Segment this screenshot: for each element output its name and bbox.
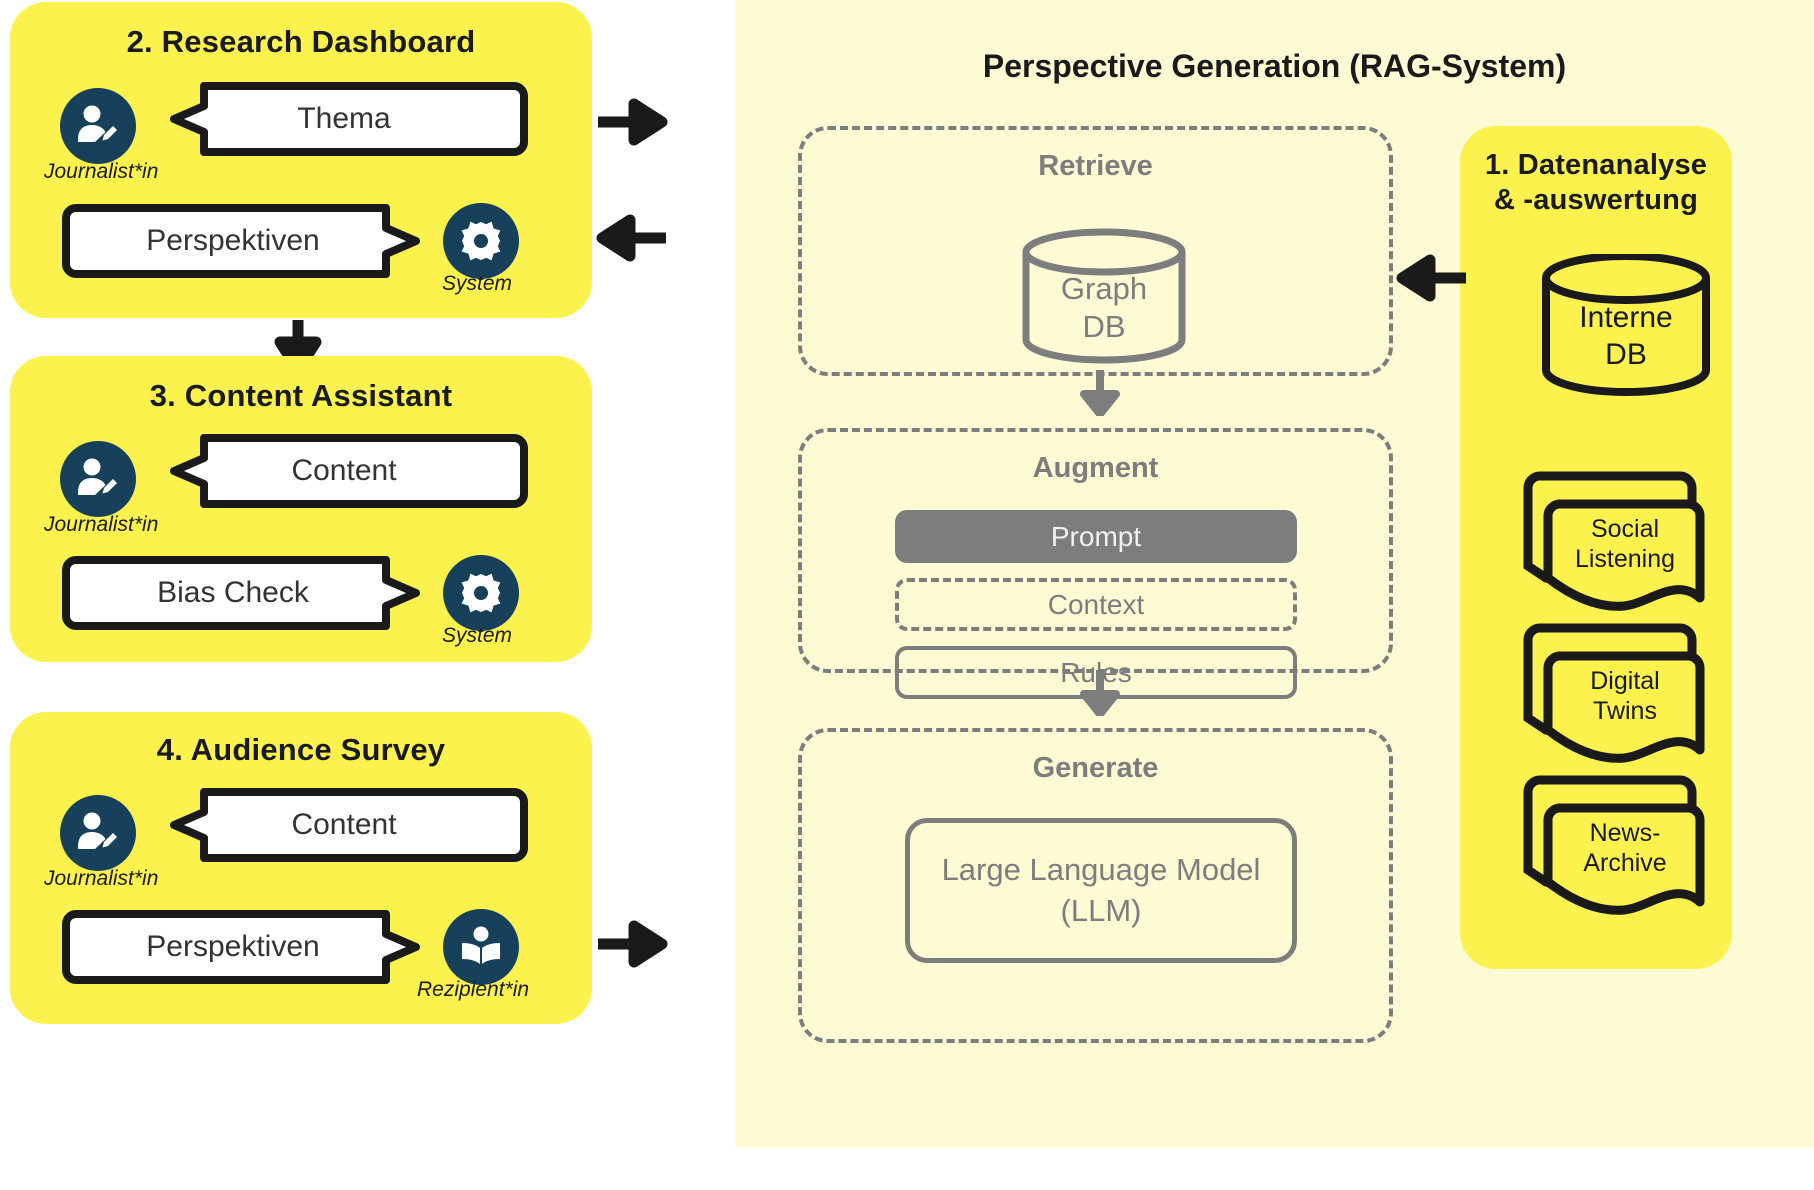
msgbox-perspektiven-2: Perspektiven [62,910,430,984]
research-dashboard-title: 2. Research Dashboard [126,24,476,59]
augment-prompt-label: Prompt [1050,520,1142,552]
datenanalyse-title: 1. Datenanalyse & -auswertung [1460,148,1732,219]
augment-title: Augment [1032,452,1159,484]
actor-rezipient [443,909,519,985]
arrow-dashboard-to-rag [596,98,668,151]
interne-db-label-line2: DB [1605,337,1647,371]
msgbox-thema: Thema [160,82,528,156]
msgbox-perspektiven-1: Perspektiven [62,204,430,278]
actor-label-journalist-3: Journalist*in [44,867,159,890]
person-writing-icon [78,458,117,495]
person-writing-icon [78,812,117,849]
retrieve-title: Retrieve [1038,150,1153,182]
datenanalyse-title-line2: & -auswertung [1494,184,1698,217]
social-listening-line2: Listening [1574,545,1676,573]
llm-label-line2: (LLM) [1060,892,1142,928]
actor-label-system-1: System [442,272,513,295]
news-archive-line2: Archive [1583,849,1667,877]
actor-label-rezipient: Rezipient*in [417,978,530,1001]
msgbox-content-1-label: Content [291,454,397,487]
arrow-survey-to-rag [596,920,668,973]
msgbox-thema-label: Thema [297,102,391,135]
digital-twins-docstack: Digital Twins [1516,618,1712,768]
rag-system-title: Perspective Generation (RAG-System) [982,48,1567,84]
augment-row-context: Context [895,578,1297,631]
msgbox-perspektiven-2-label: Perspektiven [146,930,320,963]
msgbox-bias-check-label: Bias Check [157,576,309,609]
news-archive-docstack: News- Archive [1516,770,1712,920]
social-listening-docstack: Social Listening [1516,466,1712,616]
msgbox-content-2-label: Content [291,808,397,841]
actor-label-system-2: System [442,624,513,647]
person-writing-icon [78,105,117,142]
actor-journalist-2 [60,441,136,517]
augment-context-label: Context [1047,588,1145,620]
actor-journalist-3 [60,795,136,871]
actor-label-journalist-1: Journalist*in [44,160,159,183]
arrow-sources-to-retrieve [1396,254,1468,307]
actor-system-1 [443,203,519,279]
actor-journalist-1 [60,88,136,164]
social-listening-line1: Social [1590,515,1660,543]
arrow-augment-to-generate [1078,668,1122,721]
interne-db-cylinder: Interne DB [1538,252,1714,396]
graph-db-cylinder: Graph DB [1018,228,1190,364]
llm-label-line1: Large Language Model [941,851,1261,887]
news-archive-line1: News- [1589,819,1661,847]
msgbox-bias-check: Bias Check [62,556,430,630]
arrow-rag-to-dashboard [596,214,668,267]
llm-box: Large Language Model (LLM) [905,818,1297,963]
content-assistant-title: 3. Content Assistant [149,378,453,413]
digital-twins-line1: Digital [1590,667,1660,695]
actor-system-2 [443,555,519,631]
digital-twins-line2: Twins [1593,697,1657,725]
gear-icon [461,221,501,261]
msgbox-content-2: Content [160,788,528,862]
graph-db-label-line1: Graph [1060,271,1148,306]
actor-label-journalist-2: Journalist*in [44,513,159,536]
audience-survey-title: 4. Audience Survey [156,732,446,767]
msgbox-perspektiven-1-label: Perspektiven [146,224,320,257]
datenanalyse-title-line1: 1. Datenanalyse [1484,149,1708,181]
diagram-canvas: Perspective Generation (RAG-System) Retr… [0,0,1814,1190]
generate-title: Generate [1032,752,1159,784]
interne-db-label-line1: Interne [1579,301,1673,334]
augment-row-prompt: Prompt [895,510,1297,563]
person-reading-book-icon [462,926,500,964]
graph-db-label-line2: DB [1082,308,1126,344]
msgbox-content-1: Content [160,434,528,508]
arrow-retrieve-to-augment [1078,368,1122,421]
gear-icon [461,573,501,613]
